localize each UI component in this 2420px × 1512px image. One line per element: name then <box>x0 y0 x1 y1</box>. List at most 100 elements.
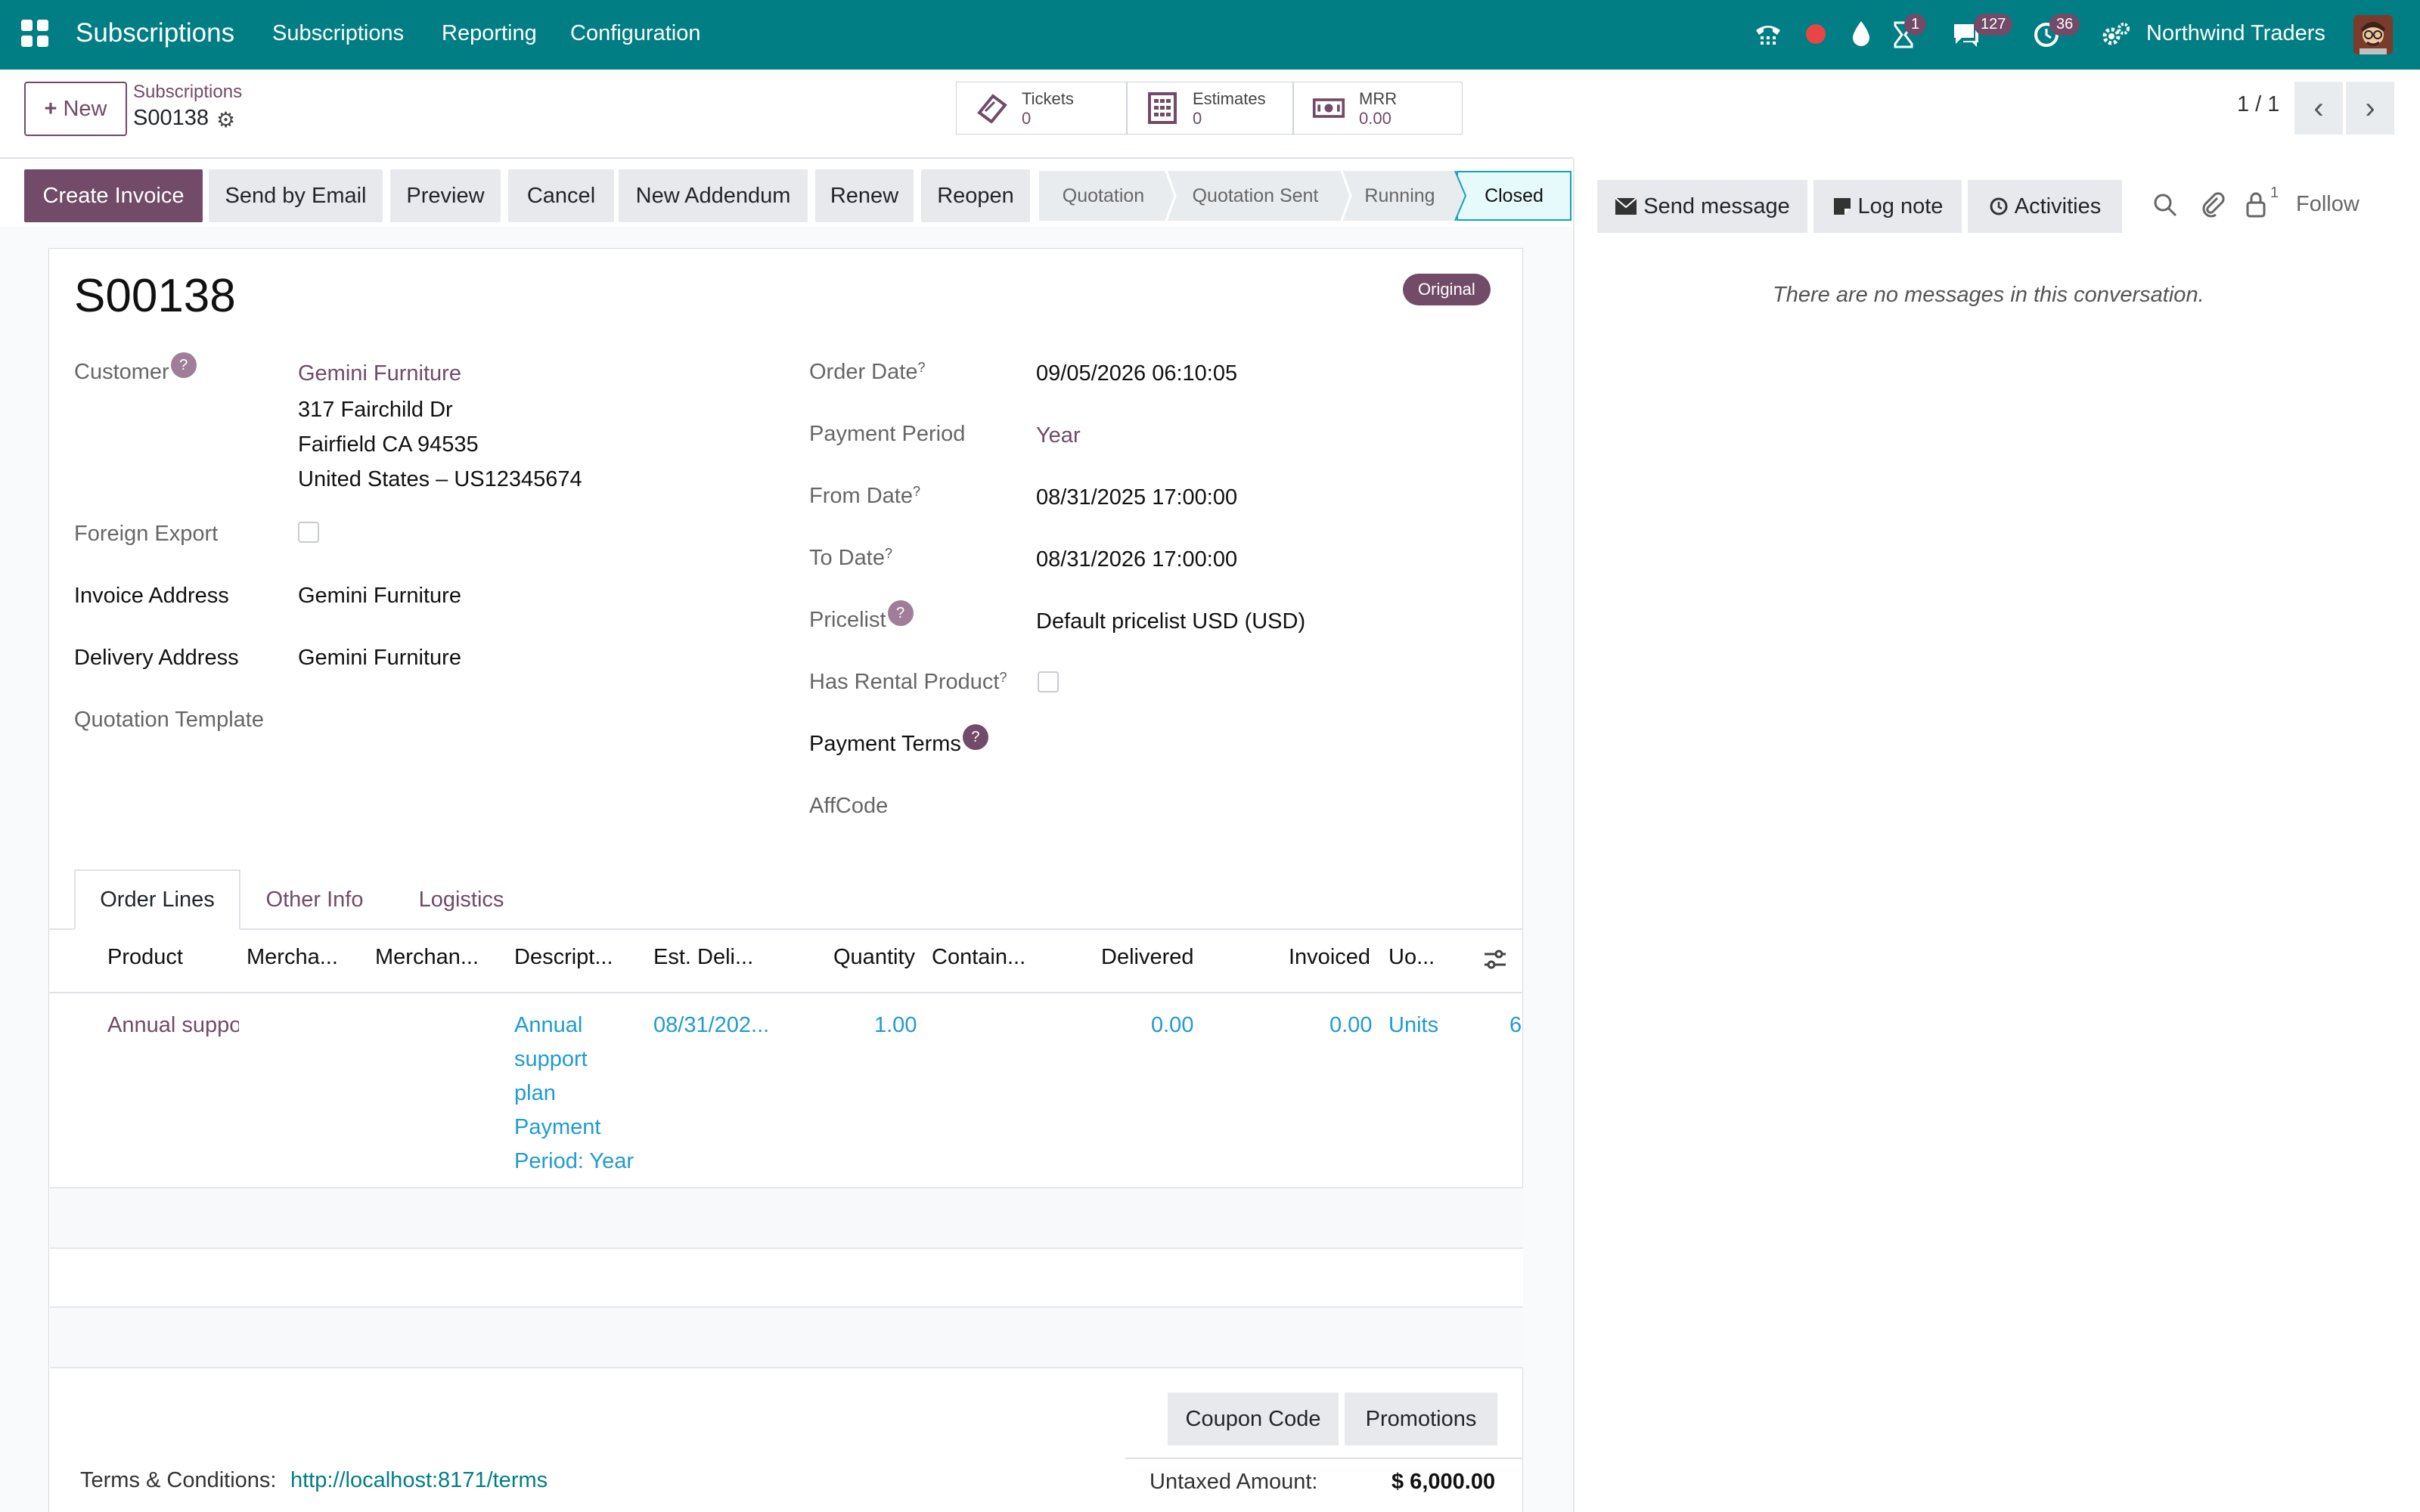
phone-icon[interactable] <box>1753 21 1783 48</box>
column-uom[interactable]: Uo... <box>1388 945 1435 970</box>
optional-columns-icon[interactable] <box>1482 947 1508 972</box>
breadcrumb-parent[interactable]: Subscriptions <box>133 82 242 103</box>
cell-quantity[interactable]: 1.00 <box>874 1009 917 1043</box>
payment-period-label: Payment Period <box>809 422 966 446</box>
status-ribbon: Original <box>1403 274 1491 305</box>
cell-product[interactable]: Annual suppo <box>107 1009 239 1043</box>
smart-value: 0.00 <box>1359 109 1392 128</box>
untaxed-amount-value: $ 6,000.00 <box>1392 1470 1496 1494</box>
drop-icon[interactable] <box>1850 20 1872 48</box>
new-button[interactable]: + New <box>24 82 127 136</box>
invoice-address-label: Invoice Address <box>74 584 229 608</box>
smart-button-mrr[interactable]: MRR 0.00 <box>1293 82 1463 135</box>
pricelist-label: Pricelist? <box>809 600 914 634</box>
cell-delivered[interactable]: 0.00 <box>1151 1009 1193 1043</box>
column-product[interactable]: Product <box>107 945 183 970</box>
column-invoiced[interactable]: Invoiced <box>1289 945 1370 970</box>
has-rental-label: Has Rental Product? <box>809 670 1007 694</box>
pricelist-field[interactable]: Default pricelist USD (USD) <box>1036 609 1305 634</box>
preview-button[interactable]: Preview <box>390 169 501 222</box>
record-icon[interactable] <box>1806 24 1826 44</box>
to-date-field[interactable]: 08/31/2026 17:00:00 <box>1036 547 1237 572</box>
column-est-delivery[interactable]: Est. Deli... <box>653 945 753 970</box>
order-date-field[interactable]: 09/05/2026 06:10:05 <box>1036 361 1237 386</box>
column-merchandise-1[interactable]: Mercha... <box>247 945 338 970</box>
cell-invoiced[interactable]: 0.00 <box>1329 1009 1372 1043</box>
terms-link[interactable]: http://localhost:8171/terms <box>290 1468 548 1493</box>
cell-uom[interactable]: Units <box>1388 1009 1438 1043</box>
gear-icon[interactable]: ⚙ <box>216 107 235 132</box>
create-invoice-button[interactable]: Create Invoice <box>24 169 203 222</box>
tab-other-info[interactable]: Other Info <box>247 869 383 930</box>
tab-order-lines[interactable]: Order Lines <box>74 869 240 930</box>
log-note-button[interactable]: Log note <box>1813 180 1962 233</box>
cell-description[interactable]: Annual support plan Payment Period: Year <box>514 1009 634 1179</box>
menu-subscriptions[interactable]: Subscriptions <box>272 21 404 46</box>
column-container[interactable]: Contain... <box>932 945 1025 970</box>
smart-button-estimates[interactable]: Estimates 0 <box>1127 82 1293 135</box>
paperclip-icon[interactable] <box>2201 191 2225 218</box>
help-icon[interactable]: ? <box>962 724 988 750</box>
clock-icon <box>1990 197 2008 215</box>
from-date-field[interactable]: 08/31/2025 17:00:00 <box>1036 485 1237 510</box>
plus-icon: + <box>44 96 57 121</box>
followers-lock-icon[interactable] <box>2245 191 2267 218</box>
empty-row <box>50 1249 1523 1308</box>
smart-value: 0 <box>1193 109 1202 128</box>
smart-button-tickets[interactable]: Tickets 0 <box>956 82 1127 135</box>
table-header-divider <box>50 992 1523 993</box>
coupon-code-button[interactable]: Coupon Code <box>1168 1393 1339 1445</box>
pager-previous-button[interactable]: ‹ <box>2294 82 2343 135</box>
company-switcher[interactable]: Northwind Traders <box>2146 21 2325 46</box>
send-message-button[interactable]: Send message <box>1597 180 1807 233</box>
clock-badge: 36 <box>2049 14 2080 36</box>
cancel-button[interactable]: Cancel <box>508 169 614 222</box>
smart-label: Tickets <box>1022 89 1074 108</box>
activities-button[interactable]: Activities <box>1968 180 2122 233</box>
calculator-icon <box>1146 91 1179 125</box>
stage-quotation[interactable]: Quotation <box>1039 171 1168 221</box>
money-icon <box>1312 95 1345 121</box>
invoice-address-field[interactable]: Gemini Furniture <box>298 584 461 609</box>
column-description[interactable]: Descript... <box>514 945 613 970</box>
help-icon[interactable]: ? <box>887 600 914 626</box>
reopen-button[interactable]: Reopen <box>921 169 1030 222</box>
app-name[interactable]: Subscriptions <box>76 18 234 48</box>
column-quantity[interactable]: Quantity <box>833 945 915 970</box>
cell-overflow: 6 <box>1509 1013 1522 1037</box>
pager-counter[interactable]: 1 / 1 <box>2237 92 2279 117</box>
untaxed-amount-label: Untaxed Amount: <box>1150 1470 1318 1494</box>
promotions-button[interactable]: Promotions <box>1345 1393 1497 1445</box>
empty-conversation-text: There are no messages in this conversati… <box>1773 283 2204 307</box>
send-by-email-button[interactable]: Send by Email <box>209 169 383 222</box>
tab-logistics[interactable]: Logistics <box>393 869 529 930</box>
smart-value: 0 <box>1022 109 1032 128</box>
follow-button[interactable]: Follow <box>2296 192 2360 217</box>
stage-separator <box>1165 171 1177 221</box>
payment-period-field[interactable]: Year <box>1036 423 1081 448</box>
foreign-export-checkbox[interactable] <box>298 522 319 543</box>
address-line2: Fairfield CA 94535 <box>298 432 479 457</box>
stage-closed[interactable]: Closed <box>1457 171 1571 221</box>
menu-reporting[interactable]: Reporting <box>442 21 537 46</box>
user-avatar[interactable] <box>2353 15 2393 54</box>
delivery-address-field[interactable]: Gemini Furniture <box>298 646 461 671</box>
pager-next-button[interactable]: › <box>2346 82 2394 135</box>
from-date-label: From Date? <box>809 484 920 508</box>
column-merchandise-2[interactable]: Merchan... <box>375 945 479 970</box>
stage-running[interactable]: Running <box>1343 171 1457 221</box>
followers-count: 1 <box>2270 184 2279 201</box>
settings-cogs-icon[interactable] <box>2101 21 2131 48</box>
new-addendum-button[interactable]: New Addendum <box>619 169 808 222</box>
has-rental-checkbox[interactable] <box>1038 671 1059 692</box>
search-icon[interactable] <box>2152 192 2178 218</box>
column-delivered[interactable]: Delivered <box>1101 945 1194 970</box>
stage-quotation-sent[interactable]: Quotation Sent <box>1168 171 1343 221</box>
help-icon[interactable]: ? <box>170 352 197 378</box>
apps-menu-icon[interactable] <box>21 20 48 47</box>
customer-field[interactable]: Gemini Furniture <box>298 361 461 386</box>
chatter-divider <box>1573 159 1575 1512</box>
cell-est-delivery[interactable]: 08/31/202... <box>653 1009 769 1043</box>
menu-configuration[interactable]: Configuration <box>570 21 701 46</box>
renew-button[interactable]: Renew <box>815 169 914 222</box>
